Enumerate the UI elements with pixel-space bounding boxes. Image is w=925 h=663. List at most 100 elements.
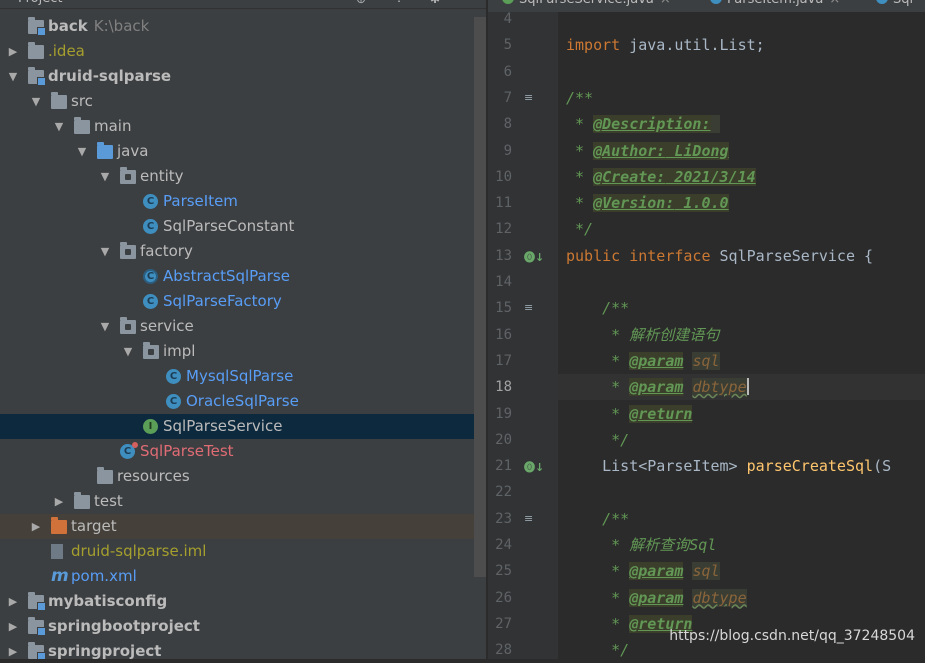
expand-arrow-icon[interactable]: ▼ (6, 64, 20, 89)
line-number: 22 (495, 484, 512, 501)
package-icon (120, 242, 136, 259)
code-line[interactable]: */ (566, 216, 593, 242)
tree-item-label: src (71, 89, 93, 114)
tree-item-text: springproject (48, 642, 162, 659)
collapse-arrow-icon[interactable]: ▶ (29, 514, 43, 539)
expand-arrow-icon[interactable]: ▼ (121, 339, 135, 364)
tree-item-parseitem[interactable]: C ParseItem (0, 189, 486, 214)
code-line[interactable]: */ (566, 427, 629, 453)
code-line[interactable]: * @Version: 1.0.0 (566, 190, 729, 216)
tree-item-mysqlsqlparse[interactable]: C MysqlSqlParse (0, 364, 486, 389)
expand-arrow-icon[interactable]: ▼ (52, 114, 66, 139)
tree-item-main[interactable]: ▼ main (0, 114, 486, 139)
tree-item-src[interactable]: ▼ src (0, 89, 486, 114)
implemented-icon[interactable]: ⓿↓ (524, 249, 544, 265)
tree-item-abstractsqlparse[interactable]: C AbstractSqlParse (0, 264, 486, 289)
project-scrollbar[interactable] (474, 17, 486, 577)
tree-item-text: target (71, 517, 117, 535)
tree-item-resources[interactable]: resources (0, 464, 486, 489)
collapse-arrow-icon[interactable]: ▶ (6, 589, 20, 614)
tree-item-druid-sqlparse[interactable]: ▼ druid-sqlparse (0, 64, 486, 89)
tree-item-text: SqlParseTest (140, 442, 234, 460)
code-line[interactable]: /** (566, 506, 629, 532)
folder-icon (74, 492, 90, 509)
tree-item-label: factory (140, 239, 193, 264)
tree-item-service[interactable]: ▼ service (0, 314, 486, 339)
code-line[interactable]: * @param dbtype (566, 374, 749, 400)
package-icon (120, 167, 136, 184)
expand-arrow-icon[interactable]: ▼ (98, 314, 112, 339)
tree-item-pom-xml[interactable]: m pom.xml (0, 564, 486, 589)
tree-item-java[interactable]: ▼ java (0, 139, 486, 164)
tree-item-sqlparsetest[interactable]: C SqlParseTest (0, 439, 486, 464)
tree-item-entity[interactable]: ▼ entity (0, 164, 486, 189)
tree-item-label: druid-sqlparse (48, 64, 171, 89)
tree-item-springproject[interactable]: ▶ springproject (0, 639, 486, 659)
tree-item-back[interactable]: back K:\back (0, 14, 486, 39)
implemented-icon[interactable]: ⓿↓ (524, 459, 544, 475)
tree-item-factory[interactable]: ▼ factory (0, 239, 486, 264)
doc-render-icon[interactable]: ≡ (524, 91, 533, 104)
code-line[interactable]: * @Author: LiDong (566, 138, 729, 164)
close-tab-icon[interactable]: × (660, 0, 671, 7)
code-line[interactable]: import java.util.List; (566, 32, 765, 58)
code-line[interactable]: * @param dbtype (566, 585, 747, 611)
expand-arrow-icon[interactable]: ▼ (75, 139, 89, 164)
code-line[interactable]: * @return (566, 401, 693, 427)
code-line[interactable]: /** (566, 295, 629, 321)
doc-render-icon[interactable]: ≡ (524, 512, 533, 525)
tree-item-sqlparsefactory[interactable]: C SqlParseFactory (0, 289, 486, 314)
tree-item-sqlparseservice[interactable]: I SqlParseService (0, 414, 486, 439)
tree-item-mybatisconfig[interactable]: ▶ mybatisconfig (0, 589, 486, 614)
folder-icon (74, 117, 90, 134)
editor-tab[interactable]: Sql (876, 0, 913, 12)
close-tab-icon[interactable]: × (829, 0, 840, 7)
code-line[interactable]: public interface SqlParseService { (566, 243, 873, 269)
code-line[interactable]: /** (566, 85, 593, 111)
line-number: 14 (495, 274, 512, 290)
code-line[interactable]: * @Create: 2021/3/14 (566, 164, 756, 190)
module-folder-icon (28, 642, 46, 659)
tree-item-druid-sqlparse-iml[interactable]: druid-sqlparse.iml (0, 539, 486, 564)
code-line[interactable]: * @Description: (566, 111, 720, 137)
tree-item-label: .idea (48, 39, 85, 64)
folder-icon (28, 42, 44, 59)
code-line[interactable]: * @param sql (566, 348, 720, 374)
expand-arrow-icon[interactable]: ▼ (29, 89, 43, 114)
expand-arrow-icon[interactable]: ▼ (98, 164, 112, 189)
code-line[interactable]: * @param sql (566, 558, 720, 584)
source-folder-icon (97, 142, 113, 159)
tree-item-oraclesqlparse[interactable]: C OracleSqlParse (0, 389, 486, 414)
tree-item-target[interactable]: ▶ target (0, 514, 486, 539)
collapse-arrow-icon[interactable]: ▶ (6, 614, 20, 639)
locate-icon[interactable]: ⊕ (356, 0, 366, 8)
line-number: 25 (495, 563, 512, 580)
class-icon: C (166, 369, 181, 384)
module-folder-icon (28, 617, 46, 636)
collapse-arrow-icon[interactable]: ▶ (6, 39, 20, 64)
code-line[interactable]: */ (566, 637, 629, 659)
collapse-icon[interactable]: ÷ (394, 0, 404, 8)
tree-item-label: MysqlSqlParse (186, 364, 293, 389)
collapse-arrow-icon[interactable]: ▶ (52, 489, 66, 514)
resources-folder-icon (97, 467, 113, 484)
tree-item-label: target (71, 514, 117, 539)
code-line[interactable]: * 解析创建语句 (566, 322, 719, 348)
line-number: 18 (495, 379, 512, 396)
collapse-arrow-icon[interactable]: ▶ (6, 639, 20, 659)
line-number: 6 (503, 63, 512, 80)
tree-item-text: main (94, 117, 132, 135)
tree-item-impl[interactable]: ▼ impl (0, 339, 486, 364)
tree-item-text: SqlParseConstant (163, 217, 295, 235)
settings-icon[interactable]: ✱ (430, 0, 440, 8)
tree-item-idea[interactable]: ▶ .idea (0, 39, 486, 64)
editor-tab[interactable]: ParseItem.java × (710, 0, 840, 12)
code-editor[interactable]: import java.util.List; /** * @Description… (558, 12, 925, 659)
tree-item-test[interactable]: ▶ test (0, 489, 486, 514)
expand-arrow-icon[interactable]: ▼ (98, 239, 112, 264)
code-line[interactable]: * 解析查询Sql (566, 532, 716, 558)
tree-item-springbootproject[interactable]: ▶ springbootproject (0, 614, 486, 639)
code-line[interactable]: List<ParseItem> parseCreateSql(S (566, 453, 891, 479)
tree-item-sqlparseconstant[interactable]: C SqlParseConstant (0, 214, 486, 239)
doc-render-icon[interactable]: ≡ (524, 301, 533, 314)
